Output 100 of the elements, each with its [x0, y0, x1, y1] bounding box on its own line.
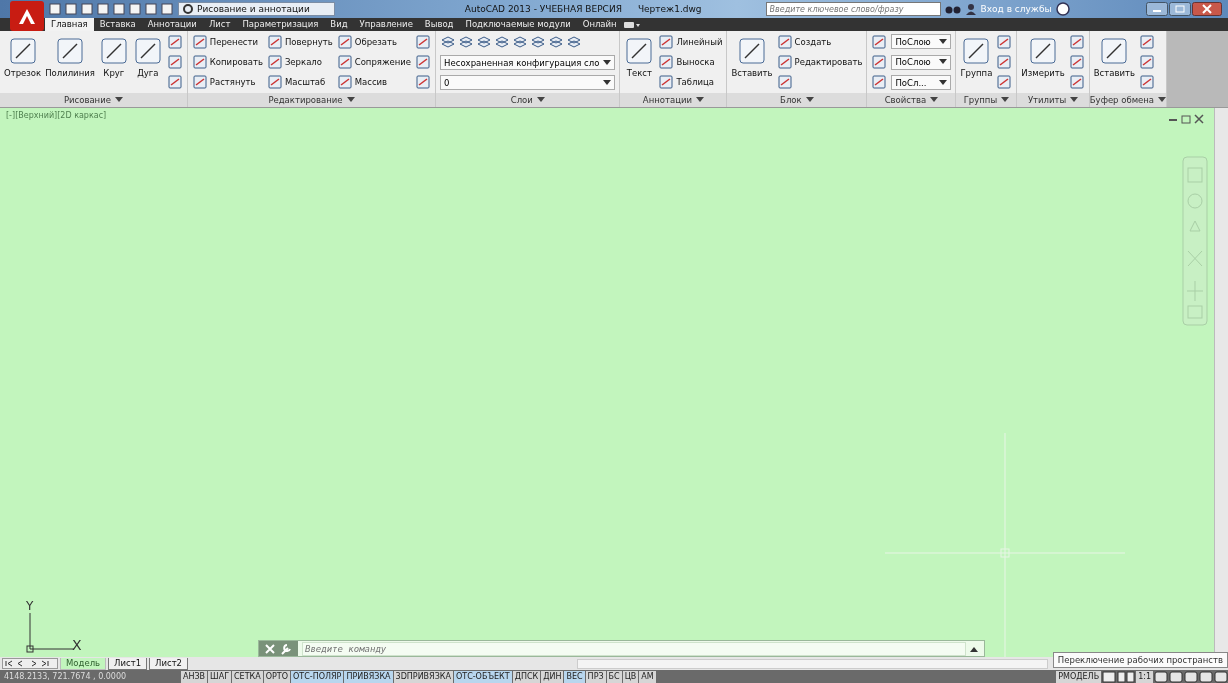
- status-toggle[interactable]: ДИН: [541, 670, 564, 683]
- toolbar-icon[interactable]: [112, 3, 126, 15]
- layer-tool-icon[interactable]: [566, 34, 583, 50]
- tool-icon[interactable]: [996, 74, 1013, 90]
- ribbon-tab[interactable]: Онлайн: [576, 18, 623, 31]
- tool-button[interactable]: Дуга: [132, 34, 163, 78]
- search-field[interactable]: Введите ключевое слово/фразу: [765, 2, 941, 16]
- tool-button[interactable]: Отрезок: [4, 34, 42, 78]
- toolbar-icon[interactable]: [144, 3, 158, 15]
- tool-icon[interactable]: [1138, 74, 1155, 90]
- toolbar-icon[interactable]: [96, 3, 110, 15]
- tool-icon[interactable]: [871, 54, 888, 70]
- status-toggle[interactable]: ДПСК: [512, 670, 541, 683]
- tool-icon[interactable]: [166, 74, 183, 90]
- tool-icon[interactable]: [166, 34, 183, 50]
- layer-tool-icon[interactable]: [458, 34, 475, 50]
- status-tool-icon[interactable]: [1169, 670, 1183, 683]
- toolbar-icon[interactable]: [80, 3, 94, 15]
- ribbon-tab[interactable]: Вставка: [93, 18, 142, 31]
- tool-button[interactable]: Полилиния: [45, 34, 95, 78]
- tool-icon[interactable]: [1068, 54, 1085, 70]
- tool-button[interactable]: Вставить: [1093, 34, 1135, 78]
- dropdown[interactable]: Несохраненная конфигурация сло: [440, 55, 616, 70]
- layer-tool-icon[interactable]: [548, 34, 565, 50]
- status-toggle[interactable]: 3DПРИВЯЗКА: [393, 670, 453, 683]
- viewport-label[interactable]: [-][Верхний][2D каркас]: [6, 111, 107, 120]
- close-icon[interactable]: [1192, 2, 1222, 16]
- tool-icon[interactable]: [1068, 34, 1085, 50]
- toolbar-icon[interactable]: [128, 3, 142, 15]
- app-menu-button[interactable]: [10, 1, 44, 31]
- tool-icon[interactable]: [1138, 34, 1155, 50]
- status-toggle[interactable]: АНЗВ: [181, 670, 208, 683]
- status-tool-icon[interactable]: [1214, 670, 1228, 683]
- layout-tab[interactable]: Модель: [60, 657, 107, 670]
- tool-button[interactable]: Повернуть: [266, 34, 333, 50]
- status-toggle[interactable]: ПРИВЯЗКА: [344, 670, 393, 683]
- annotation-scale[interactable]: 1:1: [1136, 670, 1153, 683]
- status-toggle[interactable]: ШАГ: [208, 670, 231, 683]
- tool-icon[interactable]: [166, 54, 183, 70]
- layout-icon[interactable]: [1117, 670, 1136, 683]
- ribbon-tab[interactable]: Подключаемые модули: [459, 18, 577, 31]
- status-toggle[interactable]: ВЕС: [564, 670, 585, 683]
- ribbon-tab[interactable]: Вид: [324, 18, 354, 31]
- status-toggle[interactable]: СЕТКА: [232, 670, 263, 683]
- drawing-area[interactable]: [-][Верхний][2D каркас] Y X Введите команду: [0, 108, 1214, 657]
- tool-button[interactable]: Вставить: [731, 34, 773, 78]
- ribbon-tab[interactable]: Главная: [45, 18, 94, 31]
- dropdown[interactable]: ПоСлою: [891, 34, 952, 49]
- tool-button[interactable]: Редактировать: [776, 54, 863, 70]
- status-tool-icon[interactable]: [1199, 670, 1213, 683]
- panel-title[interactable]: Аннотации: [620, 93, 727, 107]
- panel-title[interactable]: Блок: [727, 93, 867, 107]
- ribbon-tab[interactable]: Вывод: [418, 18, 460, 31]
- caret-icon[interactable]: [970, 645, 978, 652]
- status-toggle[interactable]: ОРТО: [263, 670, 290, 683]
- toolbar-icon[interactable]: [48, 3, 62, 15]
- tool-button[interactable]: Выноска: [658, 54, 723, 70]
- tool-button[interactable]: Измерить: [1021, 34, 1065, 78]
- layer-tool-icon[interactable]: [476, 34, 493, 50]
- tool-icon[interactable]: [1138, 54, 1155, 70]
- status-toggle[interactable]: ЦВ: [622, 670, 639, 683]
- tool-icon[interactable]: [1068, 74, 1085, 90]
- tool-button[interactable]: Обрезать: [336, 34, 412, 50]
- dropdown[interactable]: 0: [440, 75, 616, 90]
- tab-navigation-icon[interactable]: [2, 658, 58, 669]
- wrench-icon[interactable]: [280, 642, 292, 655]
- status-toggle[interactable]: ПРЗ: [585, 670, 606, 683]
- panel-title[interactable]: Слои: [436, 93, 620, 107]
- dropdown[interactable]: ПоСлою: [891, 54, 952, 70]
- maximize-icon[interactable]: [1169, 2, 1191, 16]
- workspace-dropdown[interactable]: Рисование и аннотации: [178, 2, 335, 16]
- tool-icon[interactable]: [776, 74, 793, 90]
- tool-icon[interactable]: [871, 74, 888, 90]
- status-toggle[interactable]: ОТС-ОБЪЕКТ: [453, 670, 512, 683]
- panel-title[interactable]: Редактирование: [187, 93, 436, 107]
- tool-button[interactable]: Круг: [98, 34, 129, 78]
- ribbon-tab[interactable]: Аннотации: [141, 18, 203, 31]
- minimize-icon[interactable]: [1146, 2, 1168, 16]
- ribbon-tab[interactable]: Лист: [202, 18, 237, 31]
- tool-button[interactable]: Создать: [776, 34, 863, 50]
- tool-button[interactable]: Текст: [624, 34, 655, 78]
- tool-button[interactable]: Копировать: [191, 54, 263, 70]
- tool-button[interactable]: Зеркало: [266, 54, 333, 70]
- panel-toggle-icon[interactable]: [622, 19, 641, 30]
- layer-tool-icon[interactable]: [512, 34, 529, 50]
- panel-title[interactable]: Буфер обмена: [1089, 93, 1167, 107]
- tool-icon[interactable]: [996, 34, 1013, 50]
- status-toggle[interactable]: БС: [606, 670, 622, 683]
- panel-title[interactable]: Группы: [956, 93, 1017, 107]
- scroll-bar[interactable]: [577, 658, 1048, 669]
- layout-tab[interactable]: Лист2: [149, 657, 188, 670]
- toolbar-icon[interactable]: [160, 3, 174, 15]
- tool-button[interactable]: Перенести: [191, 34, 263, 50]
- layout-tab[interactable]: Лист1: [108, 657, 148, 670]
- tool-button[interactable]: Масштаб: [266, 74, 333, 90]
- status-tool-icon[interactable]: [1184, 670, 1198, 683]
- panel-title[interactable]: Свойства: [867, 93, 956, 107]
- tool-icon[interactable]: [415, 54, 432, 70]
- ribbon-tab[interactable]: Управление: [353, 18, 419, 31]
- restore-icon[interactable]: [1181, 114, 1191, 124]
